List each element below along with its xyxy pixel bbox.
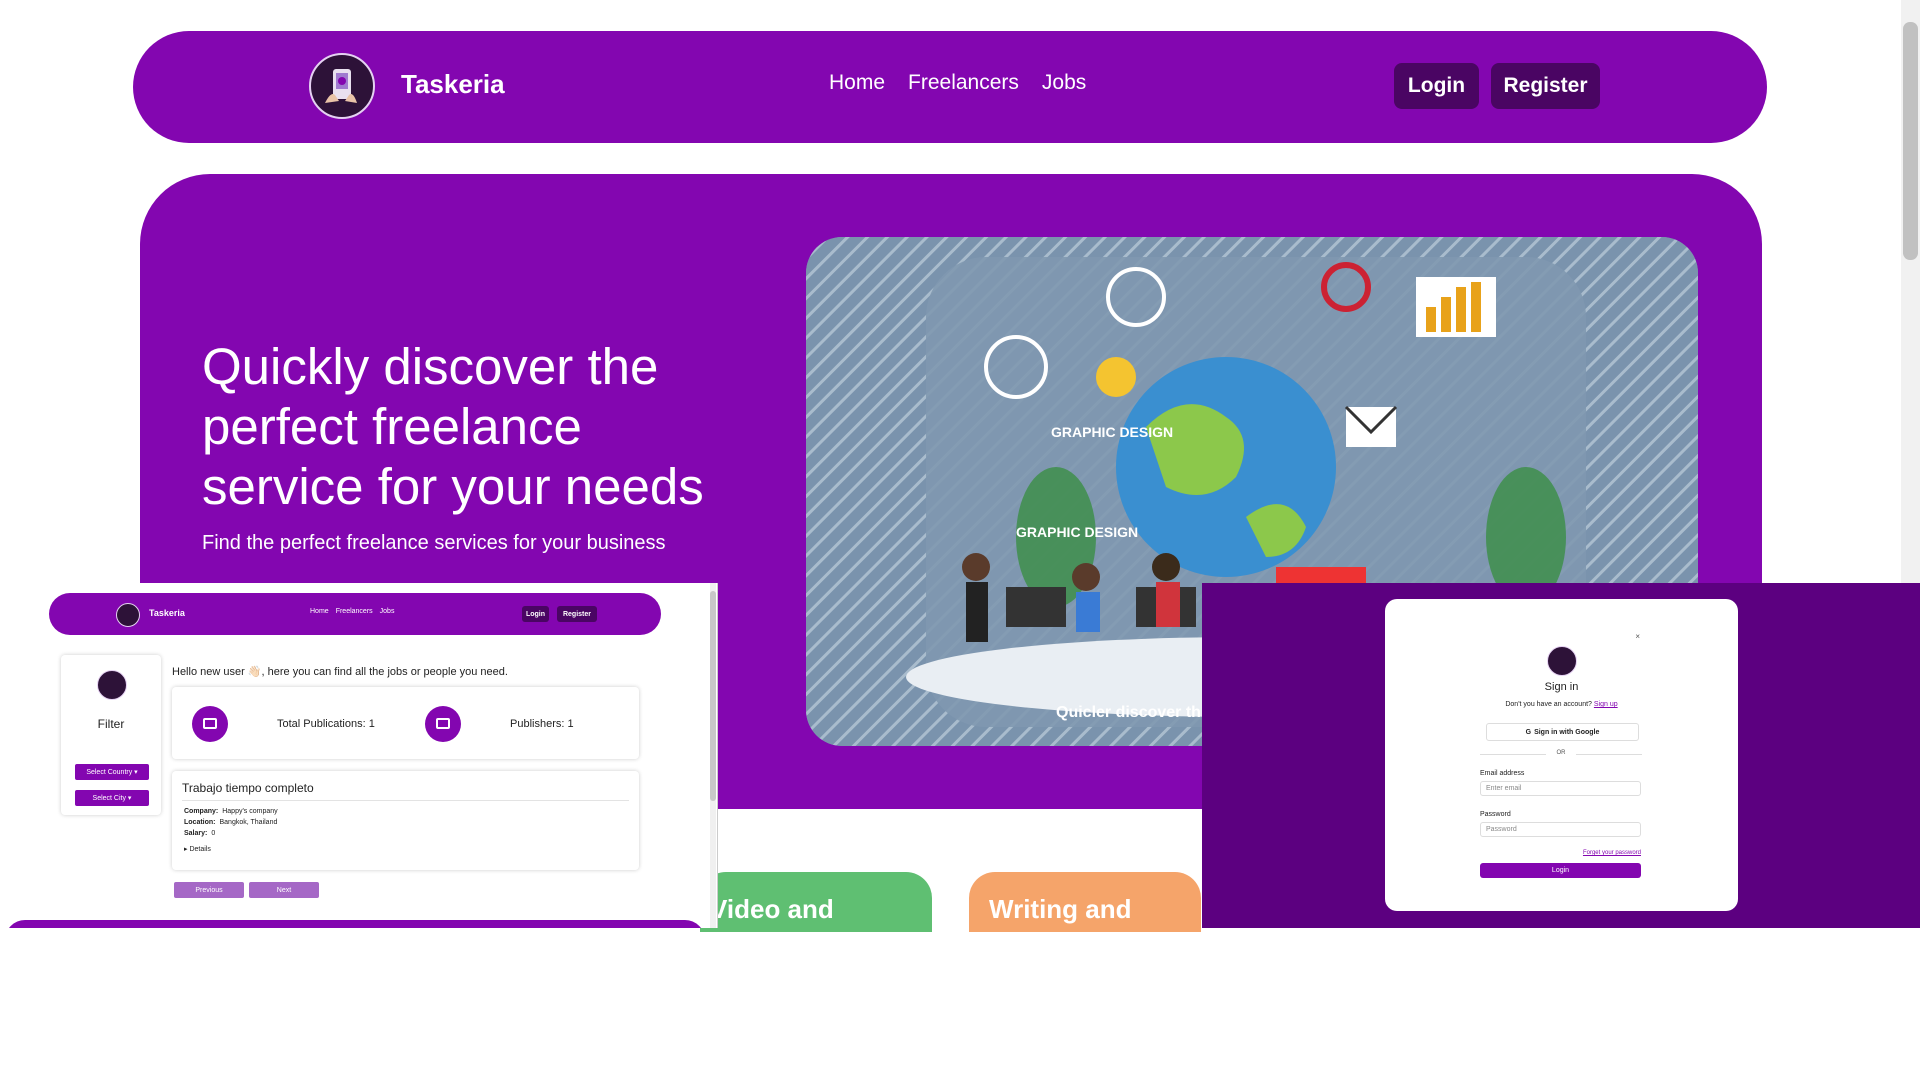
nav-home[interactable]: Home (829, 71, 885, 95)
google-icon: G (1525, 728, 1532, 736)
email-field[interactable]: Enter email (1480, 781, 1641, 796)
password-label: Password (1480, 811, 1511, 818)
job-company-label: Company: (184, 808, 219, 815)
mini-navbar: Taskeria Home Freelancers Jobs Login Reg… (49, 593, 661, 635)
signup-prompt: Don't you have an account? Sign up (1385, 701, 1738, 708)
mini-nav-jobs[interactable]: Jobs (380, 608, 395, 615)
mini-nav-home[interactable]: Home (310, 608, 329, 615)
brand-name[interactable]: Taskeria (401, 69, 505, 100)
previous-button[interactable]: Previous (174, 882, 244, 898)
mini-login-button[interactable]: Login (522, 606, 549, 622)
taskeria-logo[interactable] (309, 53, 375, 119)
or-divider: OR (1480, 750, 1642, 756)
job-title: Trabajo tiempo completo (182, 781, 314, 795)
category-card-writing[interactable]: Writing and (969, 872, 1201, 932)
hero-subtitle: Find the perfect freelance services for … (202, 532, 666, 554)
job-company-row: Company: Happy's company (184, 808, 278, 815)
graphic-design-label-1: GRAPHIC DESIGN (1051, 424, 1173, 440)
password-field[interactable]: Password (1480, 822, 1641, 837)
job-location-label: Location: (184, 819, 216, 826)
graphic-design-label-2: GRAPHIC DESIGN (1016, 524, 1138, 540)
signin-preview: × Sign in Don't you have an account? Sig… (1202, 583, 1920, 928)
divider (182, 800, 629, 801)
next-button[interactable]: Next (249, 882, 319, 898)
job-salary-label: Salary: (184, 830, 208, 837)
nav-links: Home Freelancers Jobs (829, 71, 1086, 95)
category-card-video[interactable]: Video and (700, 872, 932, 932)
image-caption: Quicler discover th (1056, 704, 1201, 721)
job-company: Happy's company (222, 808, 278, 815)
briefcase-icon (425, 706, 461, 742)
close-icon[interactable]: × (1635, 632, 1640, 641)
greeting-text: Hello new user 👋🏻, here you can find all… (172, 666, 508, 678)
page-scrollbar[interactable] (1901, 0, 1920, 583)
job-salary: 0 (211, 830, 216, 837)
mini-logo[interactable] (116, 603, 140, 627)
job-location: Bangkok, Thailand (219, 819, 278, 826)
publishers-count: Publishers: 1 (510, 718, 574, 730)
google-signin-label: Sign in with Google (1534, 728, 1600, 736)
select-city-button[interactable]: Select City ▾ (75, 790, 149, 806)
total-publications: Total Publications: 1 (277, 718, 375, 730)
mini-nav-freelancers[interactable]: Freelancers (336, 608, 373, 615)
hero-title: Quickly discover the perfect freelance s… (202, 338, 704, 515)
login-button[interactable]: Login (1394, 63, 1479, 109)
mini-brand[interactable]: Taskeria (149, 608, 185, 618)
briefcase-icon (192, 706, 228, 742)
mini-nav-links: Home Freelancers Jobs (310, 608, 394, 615)
dashboard-footer-band (5, 920, 705, 928)
filter-logo (97, 670, 127, 700)
modal-logo (1547, 646, 1577, 676)
dashboard-preview: Taskeria Home Freelancers Jobs Login Reg… (0, 583, 718, 928)
google-signin-button[interactable]: G Sign in with Google (1486, 723, 1639, 741)
forgot-password-link[interactable]: Forget your password (1549, 850, 1641, 856)
nav-jobs[interactable]: Jobs (1042, 71, 1086, 95)
job-details-toggle[interactable]: ▸ Details (184, 845, 211, 853)
register-button[interactable]: Register (1491, 63, 1600, 109)
signup-link[interactable]: Sign up (1594, 701, 1618, 708)
job-card: Trabajo tiempo completo Company: Happy's … (172, 771, 639, 870)
filter-title: Filter (97, 717, 125, 731)
signin-modal: × Sign in Don't you have an account? Sig… (1385, 599, 1738, 911)
signin-login-button[interactable]: Login (1480, 863, 1641, 878)
dashboard-scrollbar[interactable] (710, 583, 716, 928)
category-video-label: Video and (710, 894, 834, 924)
no-account-text: Don't you have an account? (1505, 701, 1592, 708)
email-label: Email address (1480, 770, 1525, 777)
stats-card: Total Publications: 1 Publishers: 1 (172, 687, 639, 759)
job-salary-row: Salary: 0 (184, 830, 215, 837)
top-navbar: Taskeria Home Freelancers Jobs Login Reg… (133, 31, 1767, 143)
category-writing-label: Writing and (989, 894, 1132, 924)
mini-register-button[interactable]: Register (557, 606, 597, 622)
signin-title: Sign in (1544, 681, 1579, 693)
nav-freelancers[interactable]: Freelancers (908, 71, 1019, 95)
job-location-row: Location: Bangkok, Thailand (184, 819, 277, 826)
select-country-button[interactable]: Select Country ▾ (75, 764, 149, 780)
filter-panel: Filter Select Country ▾ Select City ▾ (61, 655, 161, 815)
